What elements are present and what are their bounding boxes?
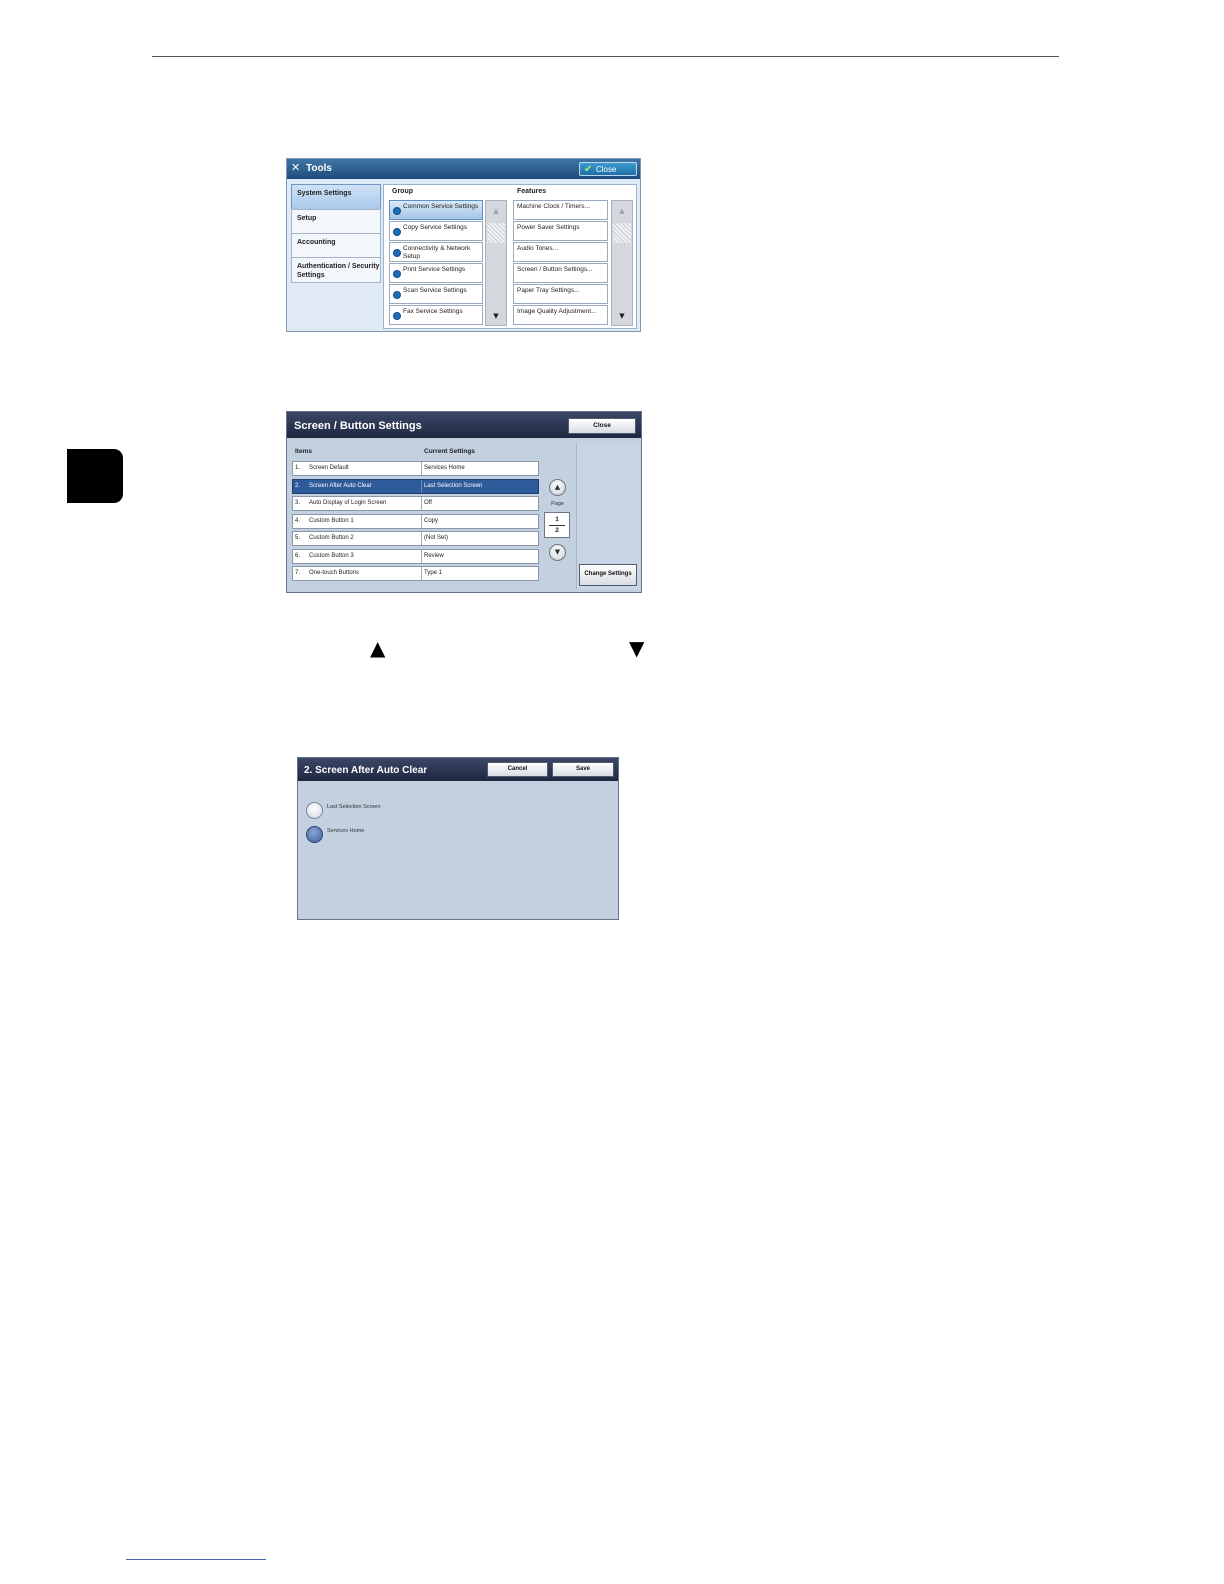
feature-button[interactable]: Image Quality Adjustment... [513,305,608,325]
nav-accounting[interactable]: Accounting [291,233,381,258]
group-play-icon [393,249,401,257]
settings-row[interactable]: 6. Custom Button 3 Review [292,549,539,564]
feature-button[interactable]: Machine Clock / Timers... [513,200,608,220]
sac-title: 2. Screen After Auto Clear [304,765,428,776]
chapter-thumb-tab [67,449,123,503]
settings-row[interactable]: 4. Custom Button 1 Copy [292,514,539,529]
cancel-button[interactable]: Cancel [487,762,548,777]
page-down-button[interactable]: ▼ [549,544,566,561]
check-icon: ✔ [584,164,593,175]
nav-system-settings[interactable]: System Settings [291,184,381,210]
items-header: Items [295,448,312,455]
screen-after-auto-clear-screen: 2. Screen After Auto Clear Cancel Save L… [297,757,619,920]
scroll-down-icon: ▼ [619,312,625,320]
settings-row[interactable]: 3. Auto Display of Login Screen Off [292,496,539,511]
page-up-button[interactable]: ▲ [549,479,566,496]
group-button[interactable]: Connectivity & Network Setup [389,242,483,262]
radio-last-selection-screen[interactable] [306,802,323,819]
page-current: 1 [555,516,559,523]
chevron-down-icon: ▼ [554,548,561,556]
feature-button[interactable]: Screen / Button Settings... [513,263,608,283]
page-total: 2 [555,527,559,534]
page-label: Page [551,501,564,507]
feature-button[interactable]: Paper Tray Settings... [513,284,608,304]
chevron-up-icon: ▲ [554,483,561,491]
group-play-icon [393,228,401,236]
settings-row[interactable]: 7. One-touch Buttons Type 1 [292,566,539,581]
group-play-icon [393,291,401,299]
group-play-icon [393,312,401,320]
tools-screen: ✕ Tools ✔ Close System Settings Setup Ac… [286,158,641,332]
group-button[interactable]: Print Service Settings [389,263,483,283]
sbs-title: Screen / Button Settings [294,420,422,432]
sbs-titlebar: Screen / Button Settings Close [287,412,641,438]
tools-titlebar: ✕ Tools ✔ Close [287,159,640,179]
group-play-icon [393,207,401,215]
nav-setup[interactable]: Setup [291,209,381,234]
feature-button[interactable]: Audio Tones... [513,242,608,262]
settings-row[interactable]: 2. Screen After Auto Clear Last Selection … [292,479,539,494]
footer-link-underline [126,1559,266,1560]
group-scrollbar[interactable]: ▲ ▼ [485,200,507,326]
scroll-down-icon: ▼ [493,312,499,320]
features-scrollbar[interactable]: ▲ ▼ [611,200,633,326]
scroll-up-icon: ▲ [493,207,499,215]
group-button[interactable]: Scan Service Settings [389,284,483,304]
scroll-thumb[interactable] [613,223,631,243]
triangle-up-icon: ▲ [370,636,386,660]
feature-button[interactable]: Power Saver Settings [513,221,608,241]
sbs-close-button[interactable]: Close [568,418,636,434]
radio-label: Services Home [327,828,365,834]
settings-row[interactable]: 1. Screen Default Services Home [292,461,539,476]
group-button[interactable]: Common Service Settings [389,200,483,220]
group-header: Group [392,188,413,195]
current-settings-header: Current Settings [424,448,475,455]
sac-titlebar: 2. Screen After Auto Clear Cancel Save [298,758,618,781]
nav-authentication-security[interactable]: Authentication / Security Settings [291,257,381,283]
page-indicator: 1 2 [544,512,570,538]
group-button[interactable]: Fax Service Settings [389,305,483,325]
tools-close-button[interactable]: ✔ Close [579,162,637,176]
tools-main-panel: Group Features Common Service Settings C… [383,184,637,329]
save-button[interactable]: Save [552,762,614,777]
group-play-icon [393,270,401,278]
tools-wrench-icon: ✕ [291,161,301,174]
settings-row[interactable]: 5. Custom Button 2 (Not Set) [292,531,539,546]
scroll-thumb[interactable] [487,223,505,243]
page-header-rule [152,56,1059,57]
features-header: Features [517,188,547,195]
radio-label: Last Selection Screen [327,804,381,810]
radio-services-home[interactable] [306,826,323,843]
screen-button-settings-screen: Screen / Button Settings Close Items Cur… [286,411,642,593]
group-button[interactable]: Copy Service Settings [389,221,483,241]
tools-title: Tools [306,163,332,174]
scroll-up-icon: ▲ [619,207,625,215]
triangle-down-icon: ▼ [629,636,645,660]
change-settings-button[interactable]: Change Settings [579,564,637,586]
